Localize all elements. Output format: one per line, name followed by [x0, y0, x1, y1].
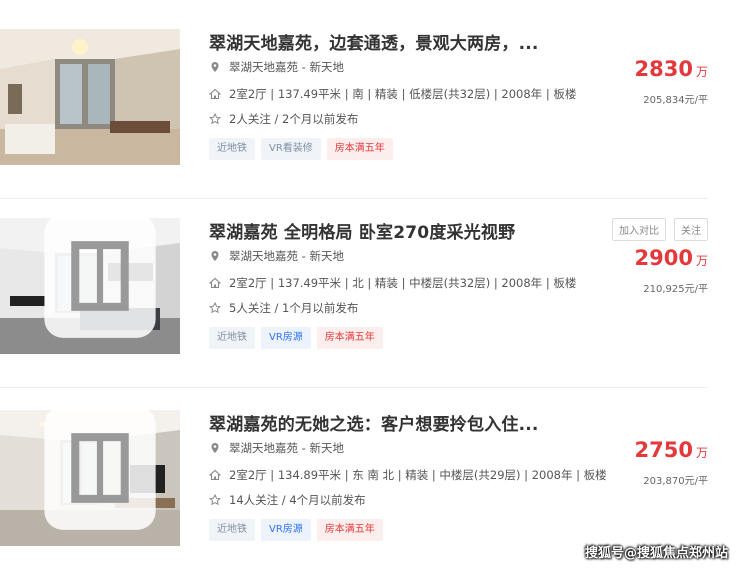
house-icon [209, 277, 221, 289]
listing-card[interactable]: 翠湖嘉苑 全明格局 卧室270度采光视野 加入对比 关注 翠湖天地嘉苑 - 新天… [0, 218, 740, 388]
divider [0, 198, 708, 199]
price-value: 2900 [634, 246, 693, 270]
tag-list: 近地铁 VR房源 房本满五年 [209, 519, 383, 541]
tag-vr-decor: VR看装修 [261, 138, 321, 160]
tag-near-subway: 近地铁 [209, 327, 255, 349]
house-icon [209, 88, 221, 100]
price-unit: 万 [695, 254, 708, 268]
listing-photo[interactable] [0, 218, 180, 354]
star-icon [209, 302, 221, 314]
tag-five-years: 房本满五年 [316, 519, 383, 541]
tag-vr-listing: VR房源 [261, 519, 311, 541]
spec-text: 2室2厅 | 137.49平米 | 北 | 精装 | 中楼层(共32层) | 2… [229, 276, 577, 290]
spec-text: 2室2厅 | 137.49平米 | 南 | 精装 | 低楼层(共32层) | 2… [229, 87, 577, 101]
follow-button[interactable]: 关注 [674, 218, 708, 241]
listing-title[interactable]: 翠湖嘉苑 全明格局 卧室270度采光视野 [209, 218, 515, 243]
tag-five-years: 房本满五年 [326, 138, 393, 160]
star-icon [209, 113, 221, 125]
listing-photo[interactable] [0, 410, 180, 546]
vr-badge-icon[interactable] [10, 218, 180, 344]
price-value: 2750 [634, 438, 693, 462]
listing-card[interactable]: 翠湖嘉苑的无她之选：客户想要拎包入住... 翠湖天地嘉苑 - 新天地 2室2厅 … [0, 410, 740, 560]
price-unit: 万 [695, 65, 708, 79]
action-buttons: 加入对比 关注 [612, 218, 708, 241]
total-price: 2900 万 [635, 246, 708, 270]
price-unit: 万 [695, 446, 708, 460]
star-icon [209, 494, 221, 506]
follow-row: 2人关注 / 2个月以前发布 [209, 111, 358, 127]
tag-list: 近地铁 VR看装修 房本满五年 [209, 138, 393, 160]
location-link[interactable]: 翠湖天地嘉苑 - 新天地 [229, 248, 344, 264]
spec-row: 2室2厅 | 137.49平米 | 北 | 精装 | 中楼层(共32层) | 2… [209, 275, 576, 291]
location-pin-icon [211, 443, 219, 453]
tag-near-subway: 近地铁 [209, 138, 255, 160]
unit-price: 205,834元/平 [643, 95, 708, 106]
vr-badge-icon[interactable] [10, 410, 180, 536]
follow-text: 2人关注 / 2个月以前发布 [229, 112, 359, 126]
tag-vr-listing: VR房源 [261, 327, 311, 349]
location-link[interactable]: 翠湖天地嘉苑 - 新天地 [229, 59, 344, 75]
total-price: 2750 万 [635, 438, 708, 462]
living-room-photo [0, 29, 180, 165]
follow-row: 14人关注 / 4个月以前发布 [209, 492, 366, 508]
spec-text: 2室2厅 | 134.89平米 | 东 南 北 | 精装 | 中楼层(共29层)… [229, 468, 607, 482]
listing-title[interactable]: 翠湖天地嘉苑，边套通透，景观大两房，... [209, 29, 539, 54]
location-pin-icon [211, 62, 219, 72]
spec-row: 2室2厅 | 134.89平米 | 东 南 北 | 精装 | 中楼层(共29层)… [209, 467, 607, 483]
follow-text: 5人关注 / 1个月以前发布 [229, 301, 359, 315]
tag-near-subway: 近地铁 [209, 519, 255, 541]
location-pin-icon [211, 251, 219, 261]
location-row: 翠湖天地嘉苑 - 新天地 [209, 440, 344, 456]
follow-row: 5人关注 / 1个月以前发布 [209, 300, 358, 316]
total-price: 2830 万 [635, 57, 708, 81]
listing-title[interactable]: 翠湖嘉苑的无她之选：客户想要拎包入住... [209, 410, 539, 435]
divider [0, 387, 708, 388]
listing-photo[interactable] [0, 29, 180, 165]
house-icon [209, 469, 221, 481]
location-row: 翠湖天地嘉苑 - 新天地 [209, 248, 344, 264]
listing-card[interactable]: 翠湖天地嘉苑，边套通透，景观大两房，... 翠湖天地嘉苑 - 新天地 2室2厅 … [0, 29, 740, 199]
follow-text: 14人关注 / 4个月以前发布 [229, 493, 366, 507]
unit-price: 203,870元/平 [643, 476, 708, 487]
price-value: 2830 [634, 57, 693, 81]
watermark: 搜狐号@搜狐焦点郑州站 [584, 546, 728, 561]
spec-row: 2室2厅 | 137.49平米 | 南 | 精装 | 低楼层(共32层) | 2… [209, 86, 576, 102]
tag-list: 近地铁 VR房源 房本满五年 [209, 327, 383, 349]
tag-five-years: 房本满五年 [316, 327, 383, 349]
add-compare-button[interactable]: 加入对比 [612, 218, 666, 241]
unit-price: 210,925元/平 [643, 284, 708, 295]
location-link[interactable]: 翠湖天地嘉苑 - 新天地 [229, 440, 344, 456]
location-row: 翠湖天地嘉苑 - 新天地 [209, 59, 344, 75]
